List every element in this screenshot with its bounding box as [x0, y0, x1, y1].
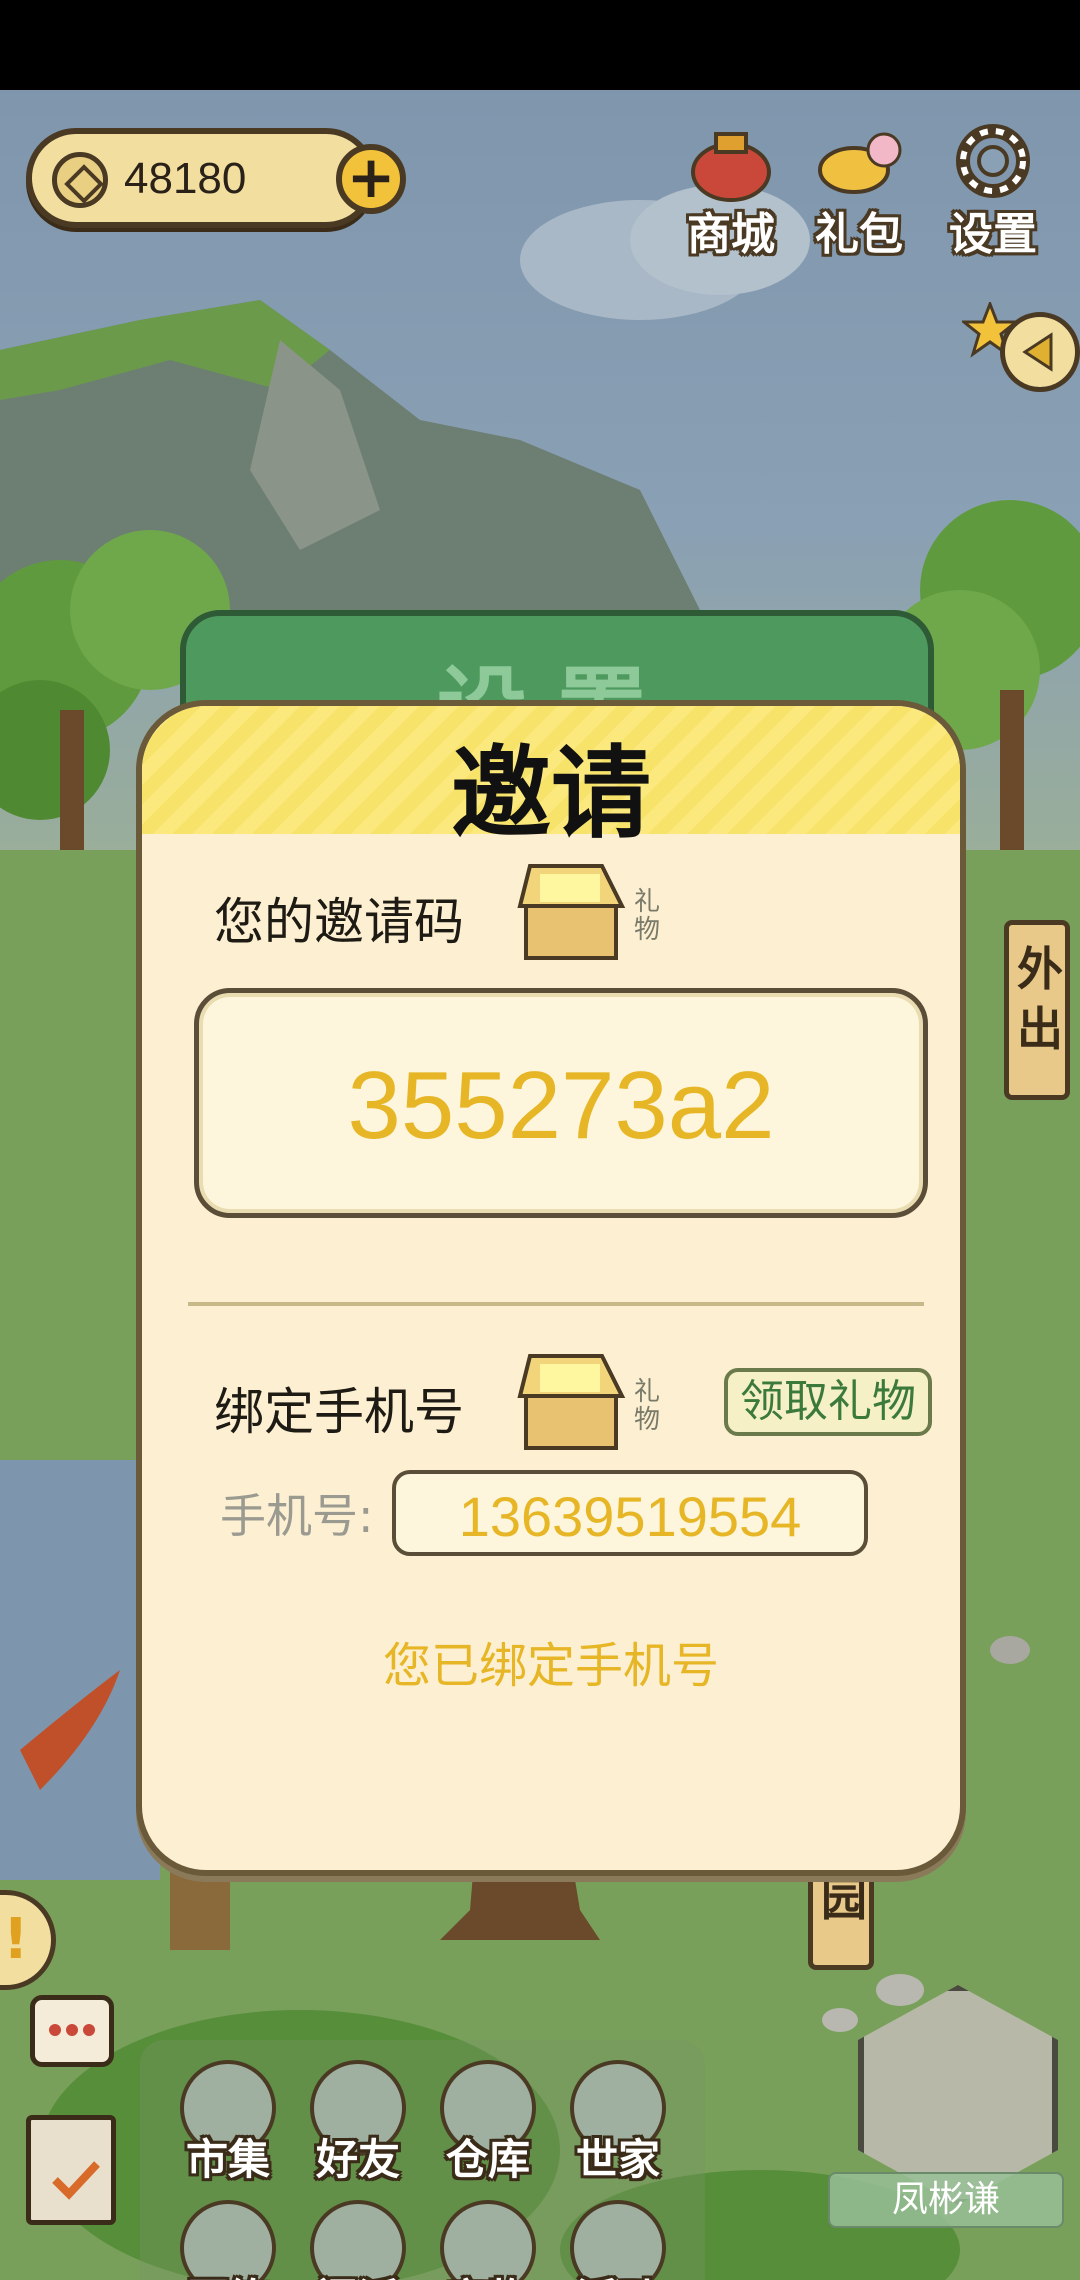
expand-side-menu-button[interactable] [1000, 312, 1080, 392]
invite-code-value: 355273a2 [347, 1052, 775, 1159]
shop-button[interactable]: 商城 [672, 120, 790, 260]
checkmark-icon [52, 2161, 100, 2200]
settings-button[interactable]: 设置 [934, 120, 1052, 260]
divider [188, 1302, 924, 1306]
menu-family[interactable]: 世家 [558, 2060, 678, 2190]
currency-bar: 48180 [26, 128, 376, 228]
invite-dialog: 邀请 您的邀请码 礼物 355273a2 绑定手机号 礼物 领取礼物 手机号: … [136, 700, 966, 1876]
treasure-chest-icon [517, 1354, 626, 1450]
coin-amount: 48180 [124, 154, 247, 203]
menu-label: 仓库 [445, 2135, 530, 2184]
status-bar [0, 0, 1080, 90]
chat-button[interactable] [30, 1995, 114, 2067]
gift-pack-icon [818, 132, 902, 194]
menu-label: 市集 [185, 2135, 270, 2184]
gift-pack-label: 礼包 [815, 209, 903, 260]
menu-pets[interactable]: 宠物 [428, 2200, 548, 2280]
dialog-title: 邀请 [451, 735, 651, 852]
menu-label: 历练 [168, 2266, 288, 2280]
dialog-header: 邀请 [142, 706, 960, 852]
task-button[interactable] [26, 2115, 116, 2225]
phone-number-field[interactable]: 13639519554 [392, 1470, 868, 1556]
money-bag-icon [691, 132, 771, 202]
gift-pack-button[interactable]: 礼包 [800, 120, 918, 260]
chat-bubble-icon [49, 2024, 95, 2036]
phone-field-label: 手机号: [220, 1489, 374, 1543]
treasure-chest-icon [517, 864, 626, 960]
menu-label: 门派 [298, 2266, 418, 2280]
menu-label: 宠物 [428, 2266, 548, 2280]
player-name: 凤彬谦 [828, 2172, 1064, 2228]
menu-label: 世家 [575, 2135, 660, 2184]
shop-label: 商城 [687, 209, 775, 260]
outing-label: 外出 [1017, 942, 1063, 1056]
coin-icon [52, 152, 108, 208]
menu-label: 活动 [558, 2266, 678, 2280]
menu-events[interactable]: 活动 [558, 2200, 678, 2280]
menu-training[interactable]: 历练 [168, 2200, 288, 2280]
menu-label: 好友 [315, 2135, 400, 2184]
gift-label: 礼物 [634, 1377, 661, 1435]
menu-warehouse[interactable]: 仓库 [428, 2060, 548, 2190]
game-scene: 48180 + 商城 礼包 设置 外出 菜园 [0, 90, 1080, 2280]
add-coins-button[interactable]: + [336, 144, 406, 214]
menu-friends[interactable]: 好友 [298, 2060, 418, 2190]
bottom-menu-panel: 市集 好友 仓库 世家 历练 门派 宠物 活动 [140, 2040, 705, 2280]
gift-label: 礼物 [634, 887, 661, 945]
menu-sect[interactable]: 门派 [298, 2200, 418, 2280]
plus-icon: + [346, 143, 396, 211]
outing-sign-button[interactable]: 外出 [1004, 920, 1070, 1100]
invite-code-box[interactable]: 355273a2 [194, 988, 928, 1218]
claim-gift-button[interactable]: 领取礼物 [724, 1368, 932, 1436]
bind-phone-label: 绑定手机号 [214, 1383, 464, 1441]
phone-bound-status: 您已绑定手机号 [382, 1638, 719, 1694]
arrow-left-icon [1022, 332, 1053, 372]
menu-market[interactable]: 市集 [168, 2060, 288, 2190]
settings-label: 设置 [949, 209, 1037, 260]
exclamation-icon: ! [3, 1907, 29, 1972]
gear-icon [956, 124, 1030, 198]
phone-number-value: 13639519554 [458, 1485, 802, 1548]
invite-code-label: 您的邀请码 [214, 893, 464, 951]
